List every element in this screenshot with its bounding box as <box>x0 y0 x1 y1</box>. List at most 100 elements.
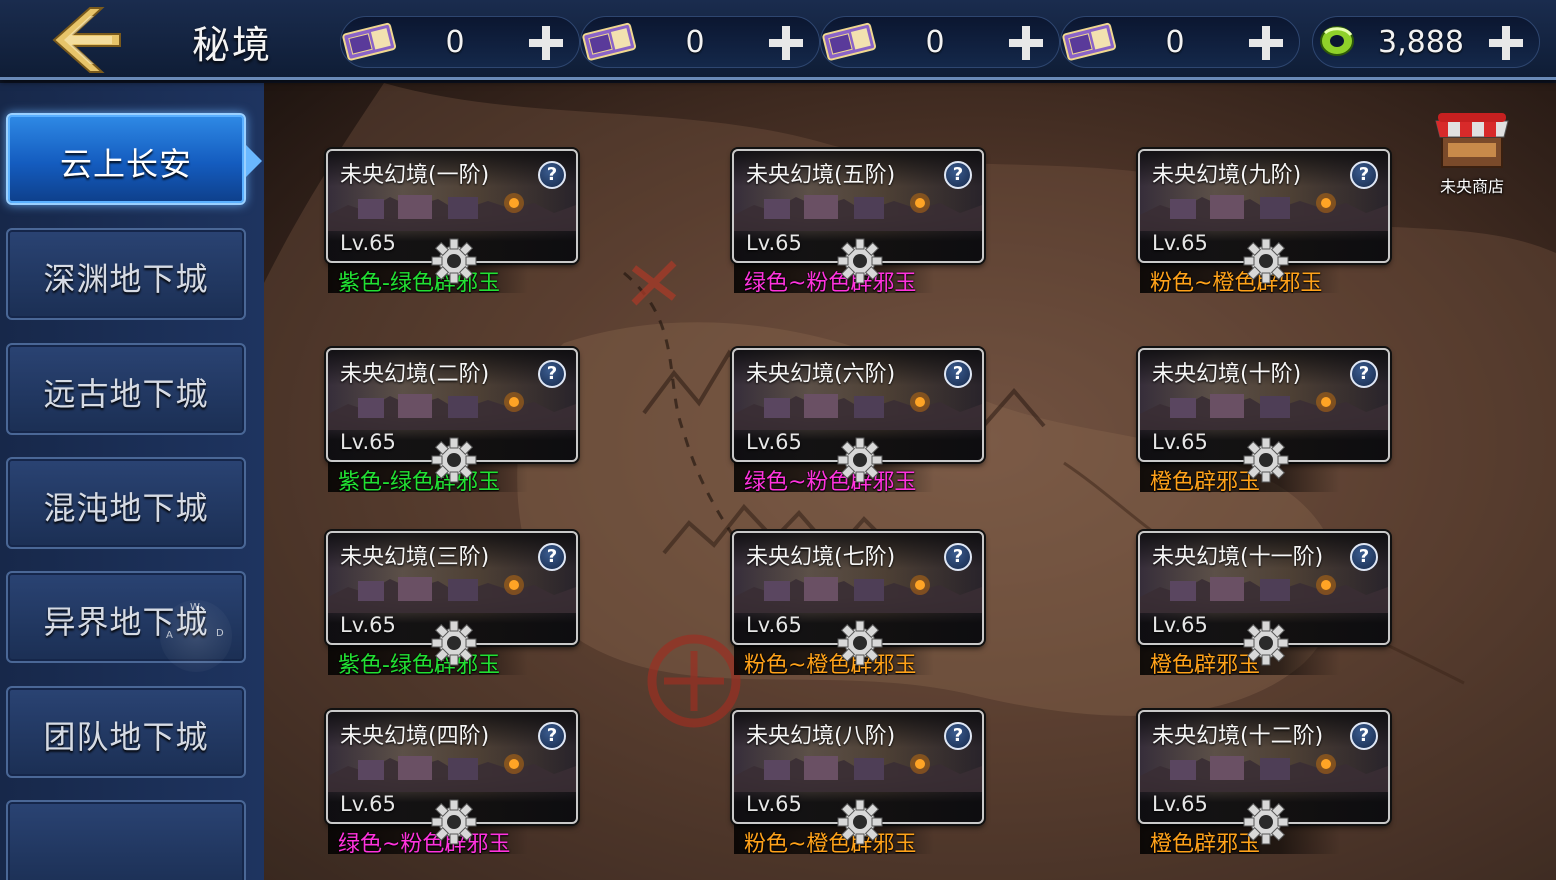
gear-icon[interactable] <box>430 619 478 667</box>
dungeon-card[interactable]: 未央幻境(四阶)? Lv.65 绿色~粉色辟邪玉 <box>326 710 578 858</box>
dungeon-name: 未央幻境(五阶) <box>746 163 896 188</box>
gear-icon[interactable] <box>1242 436 1290 484</box>
help-button[interactable]: ? <box>944 161 972 189</box>
virtual-joystick[interactable]: W A D <box>160 600 232 672</box>
joystick-left-label: A <box>166 630 173 641</box>
dungeon-scene-image <box>734 575 982 613</box>
dungeon-card[interactable]: 未央幻境(六阶)? Lv.65 绿色~粉色辟邪玉 <box>732 348 984 496</box>
sidebar-item-abyss-dungeon[interactable]: 深渊地下城 <box>6 228 246 320</box>
drop-reward-text: 绿色~粉色辟邪玉 <box>338 832 511 857</box>
gear-icon[interactable] <box>1242 237 1290 285</box>
question-icon: ? <box>546 546 558 567</box>
dungeon-card[interactable]: 未央幻境(十二阶)? Lv.65 橙色辟邪玉 <box>1138 710 1390 858</box>
dungeon-name: 未央幻境(六阶) <box>746 362 896 387</box>
dungeon-scene-image <box>734 193 982 231</box>
gear-icon[interactable] <box>1242 798 1290 846</box>
drop-info-bar: 紫色-绿色辟邪玉 <box>328 645 528 678</box>
dungeon-scene-image <box>328 193 576 231</box>
help-button[interactable]: ? <box>1350 360 1378 388</box>
ticket-icon <box>822 22 877 61</box>
sidebar-item-more[interactable] <box>6 800 246 880</box>
gear-icon[interactable] <box>430 237 478 285</box>
drop-info-bar: 粉色~橙色辟邪玉 <box>734 645 934 678</box>
dungeon-name: 未央幻境(三阶) <box>340 545 490 570</box>
drop-info-bar: 粉色~橙色辟邪玉 <box>1140 263 1340 296</box>
shop-button[interactable]: 未央商店 <box>1432 107 1512 196</box>
gear-icon[interactable] <box>430 436 478 484</box>
dungeon-card[interactable]: 未央幻境(八阶)? Lv.65 粉色~橙色辟邪玉 <box>732 710 984 858</box>
dungeon-card[interactable]: 未央幻境(九阶)? Lv.65 粉色~橙色辟邪玉 <box>1138 149 1390 297</box>
dungeon-scene-image <box>734 754 982 792</box>
help-button[interactable]: ? <box>944 543 972 571</box>
dungeon-level: Lv.65 <box>1152 231 1208 255</box>
dungeon-scene-image <box>734 392 982 430</box>
help-button[interactable]: ? <box>538 161 566 189</box>
resource-counter: 3,888 <box>1312 16 1540 68</box>
dungeon-card[interactable]: 未央幻境(二阶)? Lv.65 紫色-绿色辟邪玉 <box>326 348 578 496</box>
dungeon-scene-image <box>1140 193 1388 231</box>
gear-icon[interactable] <box>1242 619 1290 667</box>
resource-value: 0 <box>685 25 705 60</box>
drop-reward-text: 粉色~橙色辟邪玉 <box>744 832 917 857</box>
shop-label: 未央商店 <box>1439 177 1504 196</box>
dungeon-card[interactable]: 未央幻境(五阶)? Lv.65 绿色~粉色辟邪玉 <box>732 149 984 297</box>
question-icon: ? <box>952 363 964 384</box>
drop-info-bar: 紫色-绿色辟邪玉 <box>328 263 528 296</box>
gear-icon[interactable] <box>836 237 884 285</box>
shop-stall-icon <box>1435 113 1509 168</box>
resource-value: 0 <box>925 25 945 60</box>
sidebar-item-ancient-dungeon[interactable]: 远古地下城 <box>6 343 246 435</box>
question-icon: ? <box>546 725 558 746</box>
help-button[interactable]: ? <box>1350 722 1378 750</box>
help-button[interactable]: ? <box>944 360 972 388</box>
dungeon-scene-image <box>1140 392 1388 430</box>
back-button[interactable] <box>50 6 128 74</box>
dungeon-level: Lv.65 <box>746 430 802 454</box>
plus-icon <box>1249 26 1283 60</box>
sidebar-item-chaos-dungeon[interactable]: 混沌地下城 <box>6 457 246 549</box>
drop-info-bar: 粉色~橙色辟邪玉 <box>734 824 934 857</box>
dungeon-scene-image <box>1140 575 1388 613</box>
add-resource-button[interactable] <box>763 21 809 65</box>
gear-icon[interactable] <box>836 436 884 484</box>
sidebar-item-team-dungeon[interactable]: 团队地下城 <box>6 686 246 778</box>
help-button[interactable]: ? <box>1350 543 1378 571</box>
question-icon: ? <box>1358 363 1370 384</box>
resource-counter: 0 <box>1060 16 1300 68</box>
gear-icon[interactable] <box>430 798 478 846</box>
sidebar-item-yunshang-changan[interactable]: 云上长安 <box>6 113 262 205</box>
dungeon-level: Lv.65 <box>746 792 802 816</box>
plus-icon <box>769 26 803 60</box>
sidebar-item-label: 远古地下城 <box>43 375 209 413</box>
add-resource-button[interactable] <box>1243 21 1289 65</box>
sidebar-item-label: 团队地下城 <box>43 718 209 756</box>
joystick-up-label: W <box>190 602 200 613</box>
sidebar-item-label: 混沌地下城 <box>43 489 209 527</box>
ticket-icon <box>342 22 397 61</box>
help-button[interactable]: ? <box>538 360 566 388</box>
dungeon-card[interactable]: 未央幻境(七阶)? Lv.65 粉色~橙色辟邪玉 <box>732 531 984 679</box>
help-button[interactable]: ? <box>944 722 972 750</box>
dungeon-name: 未央幻境(八阶) <box>746 724 896 749</box>
help-button[interactable]: ? <box>538 722 566 750</box>
help-button[interactable]: ? <box>1350 161 1378 189</box>
dungeon-level: Lv.65 <box>746 231 802 255</box>
dungeon-name: 未央幻境(一阶) <box>340 163 490 188</box>
dungeon-scene-image <box>328 575 576 613</box>
dungeon-card[interactable]: 未央幻境(一阶)? Lv.65 紫色-绿色辟邪玉 <box>326 149 578 297</box>
dungeon-level: Lv.65 <box>340 792 396 816</box>
question-icon: ? <box>952 164 964 185</box>
gear-icon[interactable] <box>836 798 884 846</box>
add-resource-button[interactable] <box>1483 21 1529 65</box>
help-button[interactable]: ? <box>538 543 566 571</box>
gear-icon[interactable] <box>836 619 884 667</box>
dungeon-card[interactable]: 未央幻境(三阶)? Lv.65 紫色-绿色辟邪玉 <box>326 531 578 679</box>
joystick-right-label: D <box>216 628 224 639</box>
add-resource-button[interactable] <box>523 21 569 65</box>
dungeon-card[interactable]: 未央幻境(十阶)? Lv.65 橙色辟邪玉 <box>1138 348 1390 496</box>
add-resource-button[interactable] <box>1003 21 1049 65</box>
dungeon-name: 未央幻境(十阶) <box>1152 362 1302 387</box>
dungeon-card[interactable]: 未央幻境(十一阶)? Lv.65 橙色辟邪玉 <box>1138 531 1390 679</box>
ticket-icon <box>582 22 637 61</box>
dungeon-level: Lv.65 <box>1152 792 1208 816</box>
